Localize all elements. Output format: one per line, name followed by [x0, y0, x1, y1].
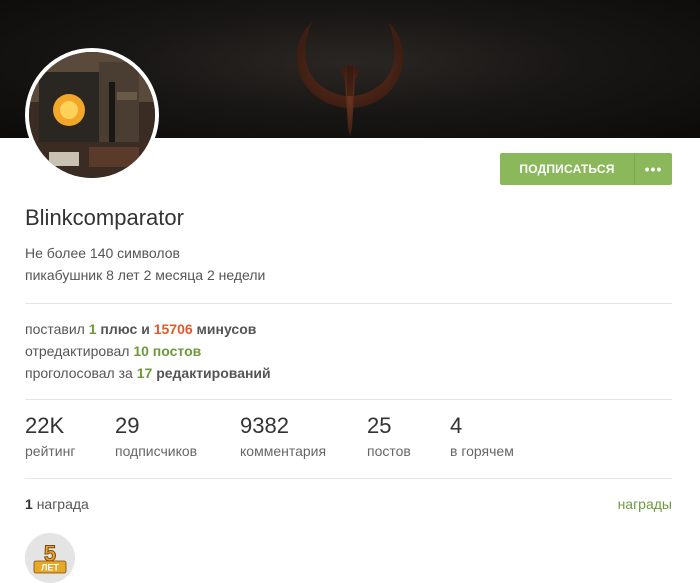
stat-value: 29 [115, 413, 140, 438]
stat-comments[interactable]: 9382 комментария [240, 413, 326, 459]
activity-edit-votes: проголосовал за 17 редактирований [25, 365, 271, 381]
subscribe-button[interactable]: ПОДПИСАТЬСЯ [500, 153, 634, 185]
stat-value: 9382 [240, 413, 289, 438]
awards-count: 1 награда [25, 496, 89, 512]
stat-posts[interactable]: 25 постов [367, 413, 411, 459]
stat-value: 22K [25, 413, 65, 438]
profile-tenure: пикабушник 8 лет 2 месяца 2 недели [25, 267, 266, 283]
activity-votes: поставил 1 плюс и 15706 минусов [25, 321, 257, 337]
five-years-badge-icon[interactable]: 5 ЛЕТ [25, 533, 75, 583]
username: Blinkcomparator [25, 205, 184, 230]
activity-edits: отредактировал 10 постов [25, 343, 202, 359]
stat-label: в горячем [450, 443, 514, 459]
divider [25, 478, 672, 479]
divider [25, 399, 672, 400]
profile-status: Не более 140 символов [25, 245, 180, 261]
divider [25, 303, 672, 304]
awards-link[interactable]: награды [618, 496, 672, 512]
stat-label: подписчиков [115, 443, 198, 459]
more-dots-icon: ••• [644, 161, 663, 177]
stat-label: постов [367, 443, 411, 459]
stat-label: рейтинг [25, 443, 76, 459]
stat-value: 25 [367, 413, 392, 438]
stat-subscribers[interactable]: 29 подписчиков [115, 413, 197, 459]
stat-label: комментария [240, 443, 327, 459]
badge-label: ЛЕТ [41, 563, 59, 573]
more-options-button[interactable]: ••• [634, 153, 672, 185]
avatar[interactable] [25, 48, 159, 182]
avatar-image [29, 52, 155, 178]
stat-value: 4 [450, 413, 463, 438]
stat-rating: 22K рейтинг [25, 413, 75, 459]
stat-hot[interactable]: 4 в горячем [450, 413, 514, 459]
